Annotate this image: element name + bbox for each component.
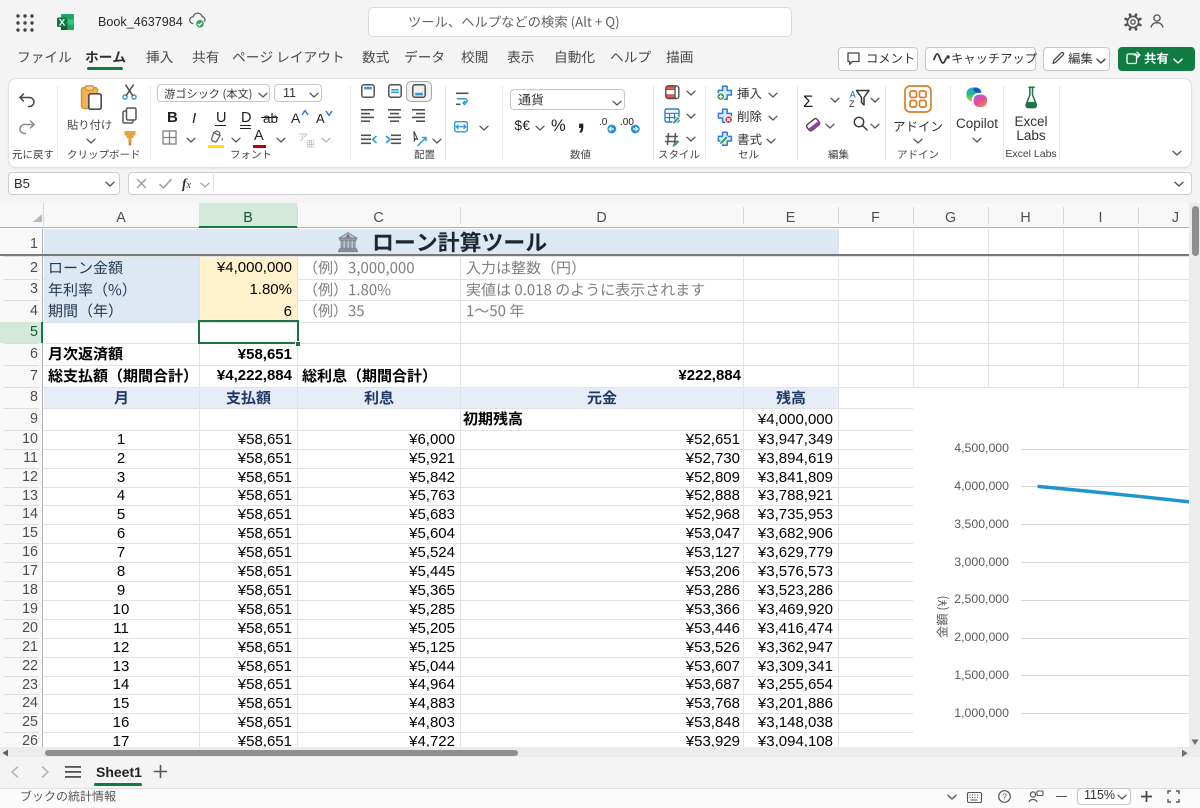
svg-text:?: ? xyxy=(1002,792,1007,802)
svg-text:X: X xyxy=(59,17,66,28)
svg-text:.0: .0 xyxy=(599,117,608,128)
svg-text:Z: Z xyxy=(849,99,855,109)
svg-text:A: A xyxy=(850,90,857,100)
